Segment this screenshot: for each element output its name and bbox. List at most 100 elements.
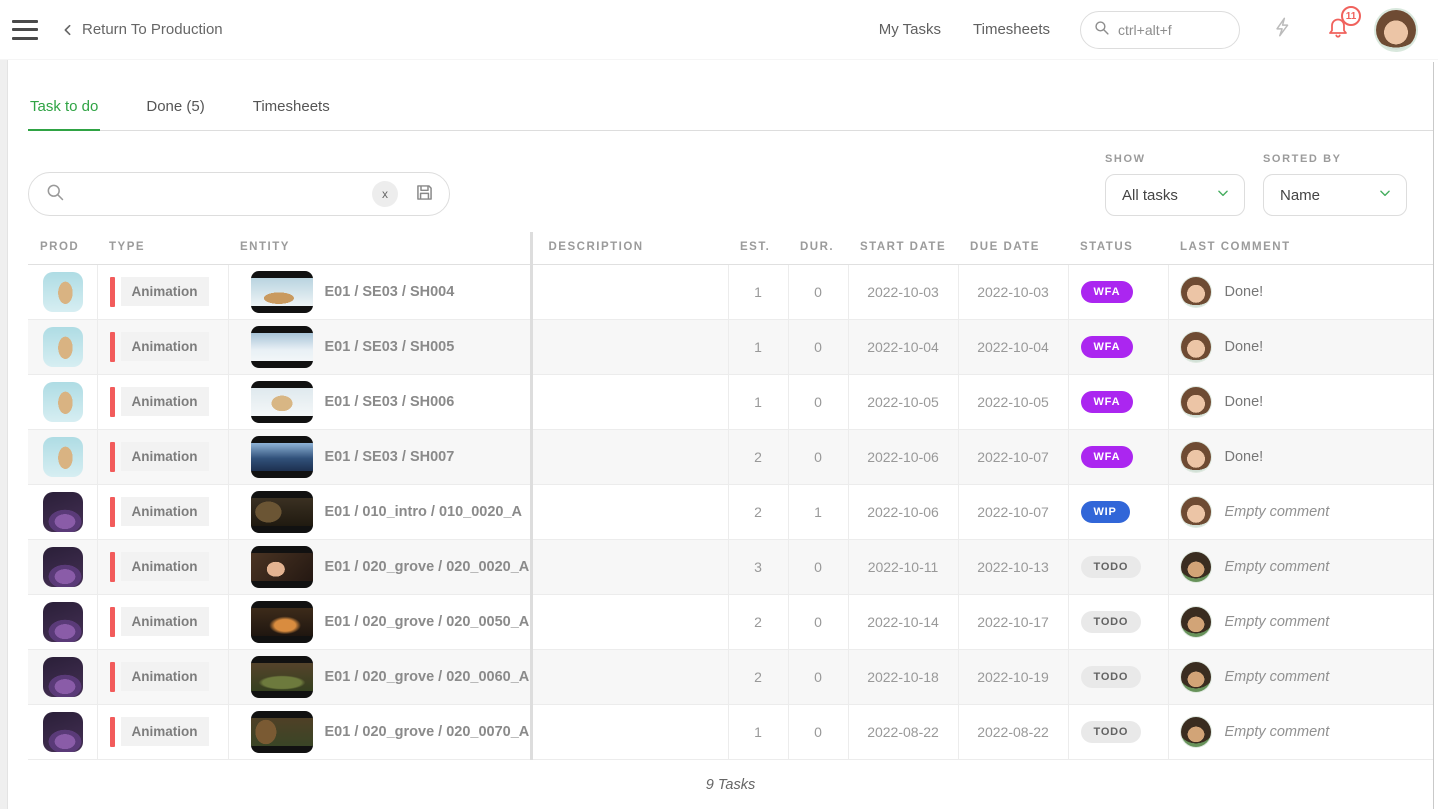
save-search-button[interactable]	[414, 182, 435, 206]
nav-my-tasks[interactable]: My Tasks	[879, 21, 941, 38]
menu-icon[interactable]	[12, 20, 38, 40]
lightning-bolt-icon	[1272, 16, 1294, 43]
last-comment-text: Done!	[1225, 339, 1264, 355]
nav-timesheets[interactable]: Timesheets	[973, 21, 1050, 38]
estimation-cell: 3	[728, 539, 788, 594]
global-search-input[interactable]	[1118, 22, 1218, 38]
last-comment-text: Done!	[1225, 284, 1264, 300]
shot-thumbnail[interactable]	[251, 601, 313, 643]
entity-link[interactable]: E01 / SE03 / SH006	[325, 394, 455, 410]
prod-cell	[28, 264, 97, 319]
entity-link[interactable]: E01 / 020_grove / 020_0070_A	[325, 724, 530, 740]
task-type-label: Animation	[121, 497, 209, 526]
due-date-cell: 2022-10-19	[958, 649, 1068, 704]
assignee-avatar[interactable]	[1181, 332, 1211, 362]
shot-thumbnail-image	[251, 553, 313, 581]
main-content: Task to do Done (5) Timesheets x SHOW Al…	[28, 60, 1433, 793]
assignee-avatar[interactable]	[1181, 387, 1211, 417]
last-comment-cell: Done!	[1168, 429, 1433, 484]
user-avatar[interactable]	[1376, 10, 1416, 50]
status-badge[interactable]: WFA	[1081, 391, 1134, 413]
sort-filter-select[interactable]: Name	[1263, 174, 1407, 216]
shot-thumbnail-image	[251, 498, 313, 526]
quick-actions-button[interactable]	[1272, 16, 1294, 43]
estimation-cell: 2	[728, 484, 788, 539]
type-color-bar	[110, 332, 115, 362]
shot-thumbnail-image	[251, 388, 313, 416]
prod-cell	[28, 594, 97, 649]
table-row[interactable]: Animation E01 / SE03 / SH007 2 0 2022-10…	[28, 429, 1433, 484]
status-badge[interactable]: WIP	[1081, 501, 1130, 523]
show-filter-select[interactable]: All tasks	[1105, 174, 1245, 216]
entity-link[interactable]: E01 / SE03 / SH005	[325, 339, 455, 355]
estimation-cell: 1	[728, 374, 788, 429]
table-row[interactable]: Animation E01 / SE03 / SH006 1 0 2022-10…	[28, 374, 1433, 429]
task-search-box[interactable]: x	[28, 172, 450, 216]
table-row[interactable]: Animation E01 / 020_grove / 020_0050_A 2…	[28, 594, 1433, 649]
prod-cell	[28, 429, 97, 484]
status-badge[interactable]: WFA	[1081, 281, 1134, 303]
floppy-disk-icon	[414, 182, 435, 206]
shot-thumbnail[interactable]	[251, 326, 313, 368]
last-comment-text: Empty comment	[1225, 669, 1330, 685]
sort-filter-value: Name	[1280, 187, 1320, 204]
table-row[interactable]: Animation E01 / 020_grove / 020_0070_A 1…	[28, 704, 1433, 759]
clear-search-button[interactable]: x	[372, 181, 398, 207]
due-date-cell: 2022-10-03	[958, 264, 1068, 319]
global-search-box[interactable]	[1080, 11, 1240, 49]
task-search-input[interactable]	[75, 186, 362, 203]
shot-thumbnail[interactable]	[251, 381, 313, 423]
assignee-avatar[interactable]	[1181, 277, 1211, 307]
entity-link[interactable]: E01 / SE03 / SH007	[325, 449, 455, 465]
tab-task-to-do[interactable]: Task to do	[28, 88, 100, 131]
notifications-button[interactable]: 11	[1326, 15, 1350, 44]
status-badge[interactable]: TODO	[1081, 611, 1142, 633]
entity-link[interactable]: E01 / 020_grove / 020_0050_A	[325, 614, 530, 630]
status-badge[interactable]: WFA	[1081, 446, 1134, 468]
status-cell: WFA	[1068, 429, 1168, 484]
assignee-avatar[interactable]	[1181, 662, 1211, 692]
entity-link[interactable]: E01 / 020_grove / 020_0060_A	[325, 669, 530, 685]
type-cell: Animation	[97, 649, 228, 704]
shot-thumbnail[interactable]	[251, 436, 313, 478]
status-badge[interactable]: TODO	[1081, 721, 1142, 743]
collapsed-sidebar-edge	[0, 28, 8, 809]
table-row[interactable]: Animation E01 / SE03 / SH004 1 0 2022-10…	[28, 264, 1433, 319]
assignee-avatar[interactable]	[1181, 717, 1211, 747]
shot-thumbnail[interactable]	[251, 656, 313, 698]
entity-link[interactable]: E01 / SE03 / SH004	[325, 284, 455, 300]
type-color-bar	[110, 607, 115, 637]
scrollbar[interactable]	[1433, 62, 1434, 809]
production-thumbnail	[43, 602, 83, 642]
status-badge[interactable]: TODO	[1081, 666, 1142, 688]
table-row[interactable]: Animation E01 / 010_intro / 010_0020_A 2…	[28, 484, 1433, 539]
status-badge[interactable]: WFA	[1081, 336, 1134, 358]
tab-done[interactable]: Done (5)	[144, 88, 206, 130]
entity-link[interactable]: E01 / 010_intro / 010_0020_A	[325, 504, 523, 520]
assignee-avatar[interactable]	[1181, 497, 1211, 527]
duration-cell: 0	[788, 319, 848, 374]
type-cell: Animation	[97, 264, 228, 319]
shot-thumbnail[interactable]	[251, 546, 313, 588]
assignee-avatar[interactable]	[1181, 607, 1211, 637]
table-row[interactable]: Animation E01 / 020_grove / 020_0020_A 3…	[28, 539, 1433, 594]
due-date-cell: 2022-10-05	[958, 374, 1068, 429]
status-cell: TODO	[1068, 539, 1168, 594]
last-comment-cell: Done!	[1168, 319, 1433, 374]
last-comment-text: Done!	[1225, 394, 1264, 410]
table-row[interactable]: Animation E01 / 020_grove / 020_0060_A 2…	[28, 649, 1433, 704]
shot-thumbnail[interactable]	[251, 271, 313, 313]
start-date-cell: 2022-10-18	[848, 649, 958, 704]
tab-timesheets[interactable]: Timesheets	[251, 88, 332, 130]
shot-thumbnail[interactable]	[251, 711, 313, 753]
table-row[interactable]: Animation E01 / SE03 / SH005 1 0 2022-10…	[28, 319, 1433, 374]
entity-cell: E01 / 020_grove / 020_0070_A	[228, 704, 531, 759]
assignee-avatar[interactable]	[1181, 552, 1211, 582]
status-badge[interactable]: TODO	[1081, 556, 1142, 578]
production-thumbnail	[43, 272, 83, 312]
entity-link[interactable]: E01 / 020_grove / 020_0020_A	[325, 559, 530, 575]
assignee-avatar[interactable]	[1181, 442, 1211, 472]
shot-thumbnail[interactable]	[251, 491, 313, 533]
estimation-cell: 2	[728, 429, 788, 484]
back-to-production-link[interactable]: Return To Production	[60, 21, 223, 38]
